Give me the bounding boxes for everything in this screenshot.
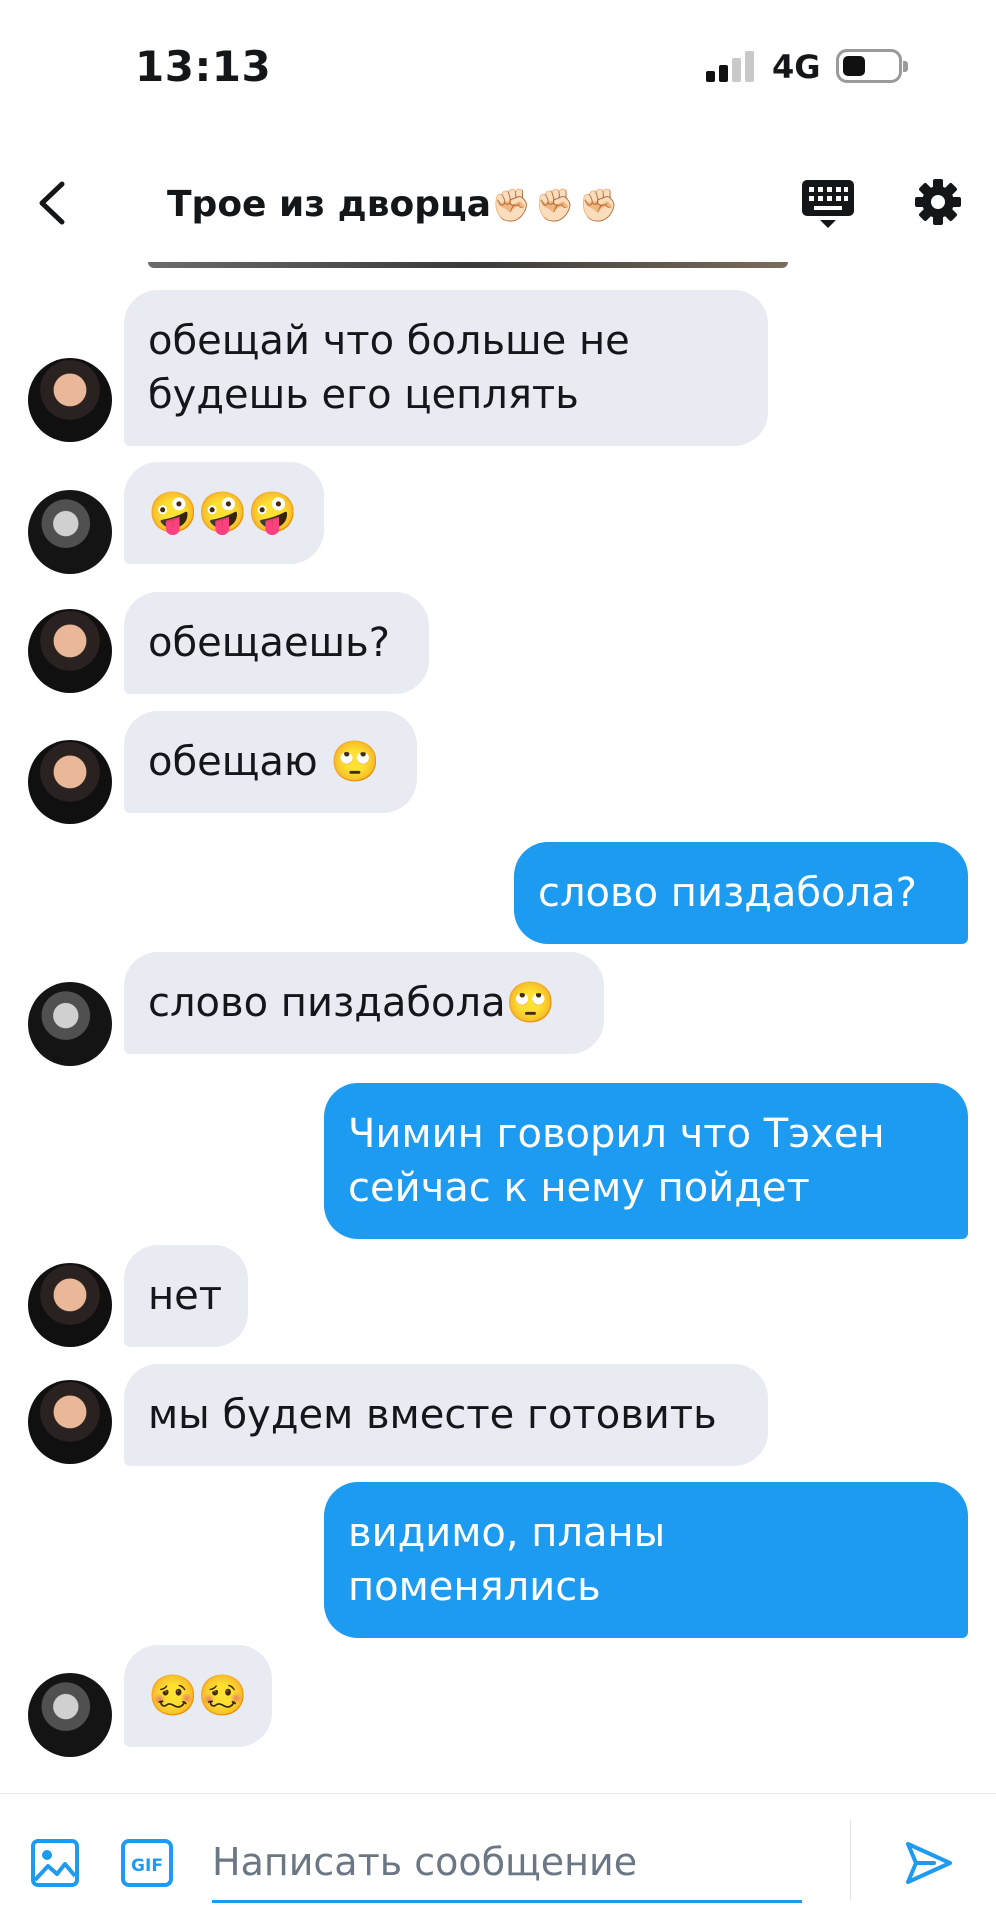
message-bubble-incoming[interactable]: обещай что больше не будешь его цеплять	[124, 290, 768, 446]
avatar[interactable]	[28, 982, 112, 1066]
message-bubble-incoming[interactable]: 🤪🤪🤪	[124, 462, 324, 564]
image-icon	[31, 1839, 79, 1887]
message-bubble-incoming[interactable]: слово пиздабола🙄	[124, 952, 604, 1054]
message-bubble-incoming[interactable]: мы будем вместе готовить	[124, 1364, 768, 1466]
conversation-title[interactable]: Трое из дворца✊🏻✊🏻✊🏻	[167, 184, 623, 225]
send-icon	[906, 1842, 952, 1884]
avatar[interactable]	[28, 358, 112, 442]
battery-icon	[836, 49, 908, 83]
message-bubble-incoming[interactable]: обещаю 🙄	[124, 711, 417, 813]
gif-icon: GIF	[121, 1839, 173, 1887]
status-bar: 13:13 4G	[0, 0, 996, 120]
composer-divider	[850, 1820, 851, 1900]
message-bubble-outgoing[interactable]: видимо, планы поменялись	[324, 1482, 968, 1638]
keyboard-icon	[802, 180, 854, 228]
settings-button[interactable]	[914, 178, 962, 226]
svg-text:GIF: GIF	[131, 1856, 163, 1876]
message-bubble-incoming[interactable]: нет	[124, 1245, 248, 1347]
status-time: 13:13	[135, 42, 272, 91]
conversation-header: Трое из дворца✊🏻✊🏻✊🏻	[0, 160, 996, 240]
avatar[interactable]	[28, 490, 112, 574]
message-bubble-incoming[interactable]: 🥴🥴	[124, 1645, 272, 1747]
back-arrow-icon	[39, 181, 65, 225]
message-bubble-incoming[interactable]: обещаешь?	[124, 592, 429, 694]
avatar[interactable]	[28, 1263, 112, 1347]
message-composer: GIF	[0, 1793, 996, 1921]
avatar[interactable]	[28, 609, 112, 693]
signal-strength-icon	[706, 50, 754, 82]
conversation-title-emoji: ✊🏻✊🏻✊🏻	[491, 186, 623, 224]
keyboard-button[interactable]	[800, 178, 856, 230]
avatar[interactable]	[28, 1673, 112, 1757]
message-input[interactable]	[212, 1824, 802, 1903]
add-gif-button[interactable]: GIF	[120, 1838, 174, 1888]
gear-icon	[915, 179, 961, 225]
add-image-button[interactable]	[30, 1838, 80, 1888]
send-button[interactable]	[904, 1838, 954, 1888]
network-type: 4G	[772, 48, 821, 86]
avatar[interactable]	[28, 740, 112, 824]
previous-image-edge	[148, 262, 788, 268]
back-button[interactable]	[30, 178, 80, 228]
message-bubble-outgoing[interactable]: Чимин говорил что Тэхен сейчас к нему по…	[324, 1083, 968, 1239]
conversation-title-text: Трое из дворца	[167, 184, 492, 225]
message-bubble-outgoing[interactable]: слово пиздабола?	[514, 842, 968, 944]
avatar[interactable]	[28, 1380, 112, 1464]
